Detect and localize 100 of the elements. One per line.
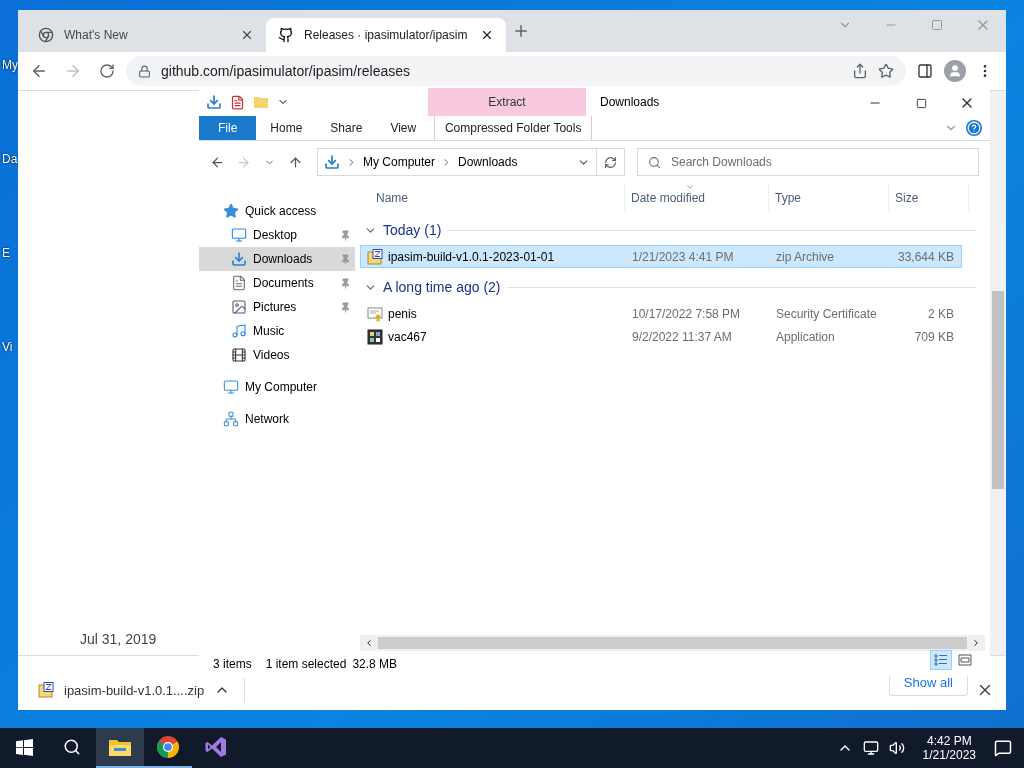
application-icon (367, 328, 383, 345)
properties-icon[interactable] (230, 94, 245, 110)
column-header[interactable]: Name (360, 185, 625, 211)
file-size: 33,644 KB (896, 249, 955, 264)
show-all-button[interactable]: Show all (888, 676, 968, 696)
nav-item[interactable]: Pictures (199, 295, 355, 319)
nav-item[interactable]: Network (199, 407, 355, 431)
new-tab-icon[interactable] (512, 22, 530, 40)
chrome-icon[interactable] (156, 735, 180, 759)
window-title: Downloads (599, 95, 660, 109)
scrollbar[interactable] (990, 91, 1006, 655)
breadcrumb-item[interactable]: My Computer (363, 155, 436, 169)
selection-size: 32.8 MB (352, 656, 398, 671)
volume-icon[interactable] (888, 740, 905, 756)
column-header[interactable]: Date modified (625, 185, 769, 211)
profile-avatar[interactable] (944, 60, 966, 82)
nav-item[interactable]: Desktop (199, 223, 355, 247)
up-icon[interactable] (287, 154, 303, 170)
network-icon[interactable] (862, 740, 879, 756)
file-size: 709 KB (913, 329, 955, 344)
file-type: Security Certificate (775, 306, 878, 321)
computer-icon (223, 379, 239, 395)
start-icon[interactable] (15, 738, 33, 756)
details-icon (934, 653, 948, 666)
bookmark-star-icon[interactable] (878, 63, 894, 79)
file-row[interactable]: vac467 9/2/2022 11:37 AM Application 709 KB (360, 325, 962, 348)
scroll-left-icon[interactable] (364, 638, 374, 648)
search-field[interactable]: Search Downloads (637, 148, 979, 176)
column-header[interactable]: Type (769, 185, 889, 211)
nav-item[interactable]: Music (199, 319, 355, 343)
desktop-icon-label[interactable]: E (2, 246, 18, 260)
document-icon (231, 275, 247, 291)
download-icon (231, 251, 247, 267)
help-button[interactable] (966, 120, 982, 136)
pin-icon (340, 277, 351, 289)
maximize-icon[interactable] (915, 97, 927, 109)
side-panel-icon[interactable] (917, 63, 933, 79)
share-icon[interactable] (852, 63, 868, 79)
nav-label: Videos (253, 348, 291, 362)
file-size: 2 KB (927, 306, 955, 321)
lock-icon (138, 64, 151, 78)
zip-file-icon (38, 682, 54, 698)
address-bar[interactable]: My Computer Downloads (317, 148, 597, 176)
pin-icon (340, 229, 351, 241)
file-row[interactable]: ipasim-build-v1.0.1-2023-01-01 1/21/2023 4:41 PM zip Archive 33,644 KB (360, 245, 962, 268)
browser-tab[interactable]: Releases · ipasimulator/ipasim (266, 18, 506, 52)
refresh-button[interactable] (597, 148, 625, 176)
file-date: 1/21/2023 4:41 PM (631, 249, 735, 264)
nav-item[interactable]: Documents (199, 271, 355, 295)
file-row[interactable]: penis 10/17/2022 7:58 PM Security Certificate 2 KB (360, 302, 962, 325)
nav-item[interactable]: Downloads (199, 247, 355, 271)
back-icon[interactable] (30, 62, 48, 80)
download-icon[interactable] (206, 94, 222, 110)
certificate-icon (367, 305, 383, 322)
music-icon (231, 323, 247, 339)
group-header[interactable]: A long time ago (2) (383, 279, 501, 295)
pin-icon (340, 301, 351, 313)
scroll-right-icon[interactable] (971, 638, 981, 648)
context-tab-header: Extract (428, 88, 586, 116)
network-icon (223, 411, 239, 427)
breadcrumb-item[interactable]: Downloads (458, 155, 518, 169)
file-name: penis (361, 305, 626, 322)
details-view-button[interactable] (930, 649, 952, 670)
nav-item[interactable]: My Computer (199, 375, 355, 399)
back-icon[interactable] (209, 154, 225, 170)
zip-file-icon (367, 248, 383, 265)
ribbon-tab[interactable]: File (199, 116, 257, 140)
scrollbar[interactable] (360, 635, 985, 651)
download-item[interactable]: ipasim-build-v1.0.1....zip (38, 678, 246, 702)
column-header[interactable]: Size (889, 185, 969, 211)
desktop-icon-label[interactable]: Da (2, 152, 18, 166)
ribbon-tab[interactable]: Compressed Folder Tools (434, 116, 593, 140)
group-header[interactable]: Today (1) (383, 222, 442, 238)
tiles-icon (958, 653, 972, 666)
refresh-icon (604, 155, 617, 169)
nav-label: Network (245, 412, 290, 426)
desktop-icon-label[interactable]: Vi (2, 340, 18, 354)
close-icon[interactable] (480, 28, 494, 42)
file-name: vac467 (361, 328, 626, 345)
notifications-icon[interactable] (994, 739, 1012, 757)
close-icon[interactable] (240, 28, 254, 42)
chrome-icon (38, 27, 54, 43)
reload-icon[interactable] (99, 63, 115, 79)
file-date: 9/2/2022 11:37 AM (631, 329, 733, 344)
search-icon[interactable] (63, 738, 81, 756)
folder-icon[interactable] (108, 737, 132, 757)
clock[interactable]: 4:42 PM 1/21/2023 (914, 734, 984, 762)
nav-item[interactable]: Quick access (199, 199, 355, 223)
nav-label: Pictures (253, 300, 298, 314)
browser-tab[interactable]: What's New (26, 18, 266, 52)
nav-label: Desktop (253, 228, 299, 242)
nav-label: My Computer (245, 380, 319, 394)
address-bar[interactable]: github.com/ipasimulator/ipasim/releases (126, 56, 906, 86)
nav-item[interactable]: Videos (199, 343, 355, 367)
film-icon (231, 347, 247, 363)
sort-icon (685, 182, 695, 192)
studio-icon[interactable] (204, 735, 228, 759)
nav-label: Music (253, 324, 286, 338)
desktop-icon-label[interactable]: My (2, 58, 18, 72)
desktop-icon (231, 227, 247, 243)
